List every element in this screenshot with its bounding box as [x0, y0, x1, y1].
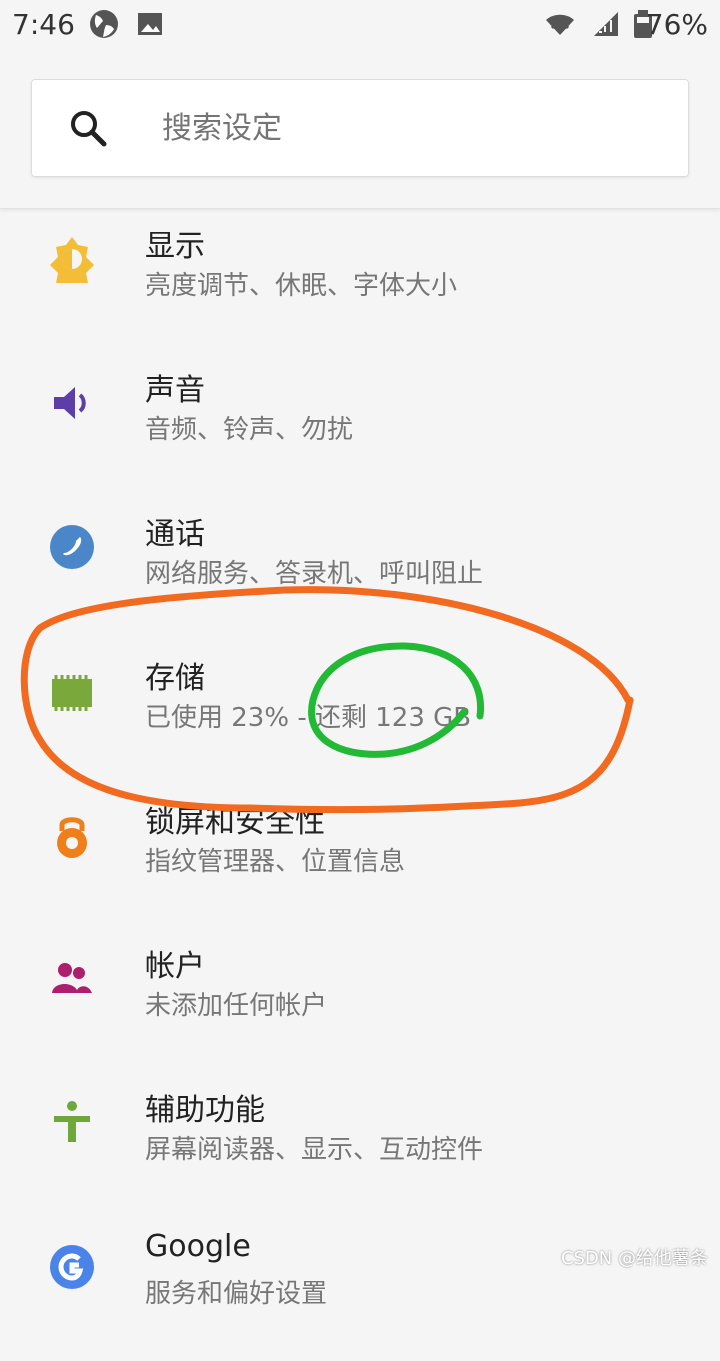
globe-icon — [90, 10, 118, 38]
settings-item-account[interactable]: 帐户 未添加任何帐户 — [0, 929, 720, 1073]
settings-item-subtitle: 指纹管理器、位置信息 — [145, 847, 406, 877]
phone-icon — [50, 525, 94, 569]
accessibility-icon — [54, 1101, 90, 1142]
sound-icon — [54, 387, 86, 419]
settings-item-title: 显示 — [145, 229, 205, 264]
storage-icon — [52, 675, 92, 711]
settings-item-lock-security[interactable]: 锁屏和安全性 指纹管理器、位置信息 — [0, 785, 720, 929]
watermark: CSDN @给他薯条 — [560, 1248, 708, 1269]
settings-item-subtitle: 未添加任何帐户 — [145, 991, 328, 1021]
settings-item-google[interactable]: Google 服务和偏好设置 — [0, 1217, 720, 1361]
settings-item-subtitle: 屏幕阅读器、显示、互动控件 — [145, 1135, 484, 1165]
cellular-signal-icon — [594, 12, 618, 36]
settings-item-subtitle: 音频、铃声、勿扰 — [145, 415, 354, 445]
settings-item-subtitle: 亮度调节、休眠、字体大小 — [145, 271, 458, 301]
settings-item-title: 声音 — [145, 373, 205, 408]
settings-item-display[interactable]: 显示 亮度调节、休眠、字体大小 — [0, 209, 720, 353]
settings-item-title: Google — [145, 1229, 251, 1264]
settings-item-call[interactable]: 通话 网络服务、答录机、呼叫阻止 — [0, 497, 720, 641]
account-icon — [52, 963, 92, 993]
settings-item-subtitle: 已使用 23% - 还剩 123 GB — [145, 703, 472, 733]
display-icon — [50, 237, 94, 283]
google-icon — [50, 1245, 94, 1289]
settings-item-title: 辅助功能 — [145, 1093, 265, 1128]
settings-item-title: 帐户 — [145, 949, 205, 984]
settings-item-title: 锁屏和安全性 — [145, 805, 325, 840]
battery-percentage: 76% — [645, 8, 708, 41]
settings-item-subtitle: 网络服务、答录机、呼叫阻止 — [145, 559, 484, 589]
image-icon — [138, 13, 162, 35]
search-box[interactable] — [31, 79, 689, 177]
settings-item-accessibility[interactable]: 辅助功能 屏幕阅读器、显示、互动控件 — [0, 1073, 720, 1217]
status-bar: 7:46 76% — [0, 0, 720, 50]
settings-item-storage[interactable]: 存储 已使用 23% - 还剩 123 GB — [0, 641, 720, 785]
search-area — [0, 50, 720, 209]
settings-item-title: 通话 — [145, 517, 205, 552]
status-time: 7:46 — [12, 8, 75, 41]
lock-icon — [57, 817, 87, 858]
search-icon — [71, 111, 107, 147]
settings-item-title: 存储 — [145, 661, 205, 696]
settings-item-sound[interactable]: 声音 音频、铃声、勿扰 — [0, 353, 720, 497]
settings-item-subtitle: 服务和偏好设置 — [145, 1279, 328, 1309]
search-input[interactable] — [160, 102, 644, 156]
wifi-icon — [546, 14, 574, 35]
